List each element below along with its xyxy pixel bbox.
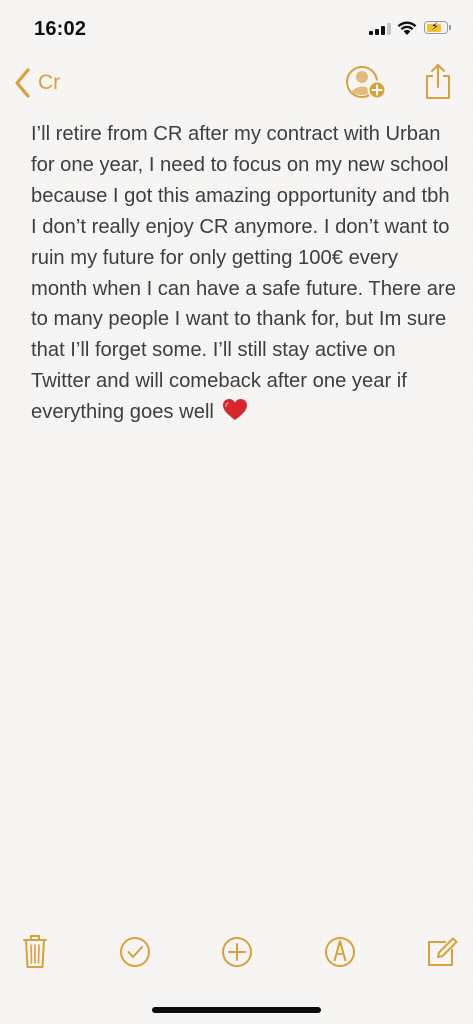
markup-icon[interactable] bbox=[321, 930, 359, 974]
share-icon[interactable] bbox=[424, 62, 452, 102]
add-person-icon[interactable] bbox=[344, 64, 390, 104]
battery-icon: ⚡ bbox=[424, 21, 451, 34]
add-icon[interactable] bbox=[218, 930, 256, 974]
chevron-left-icon bbox=[15, 68, 30, 98]
checklist-icon[interactable] bbox=[116, 930, 154, 974]
back-button-label: Cr bbox=[38, 71, 61, 94]
note-text: I’ll retire from CR after my contract wi… bbox=[31, 123, 456, 424]
back-button[interactable]: Cr bbox=[12, 66, 60, 100]
trash-icon[interactable] bbox=[16, 930, 54, 974]
status-time: 16:02 bbox=[34, 18, 87, 40]
compose-icon[interactable] bbox=[422, 930, 460, 974]
heart-emoji bbox=[222, 399, 247, 421]
wifi-icon bbox=[397, 21, 417, 35]
status-bar: 16:02 ⚡ bbox=[0, 0, 473, 56]
bottom-toolbar bbox=[0, 930, 473, 976]
home-indicator[interactable] bbox=[152, 1007, 321, 1013]
cellular-signal-icon bbox=[369, 23, 391, 35]
charging-bolt-icon: ⚡ bbox=[431, 21, 439, 33]
note-text-area[interactable]: I’ll retire from CR after my contract wi… bbox=[31, 119, 456, 428]
